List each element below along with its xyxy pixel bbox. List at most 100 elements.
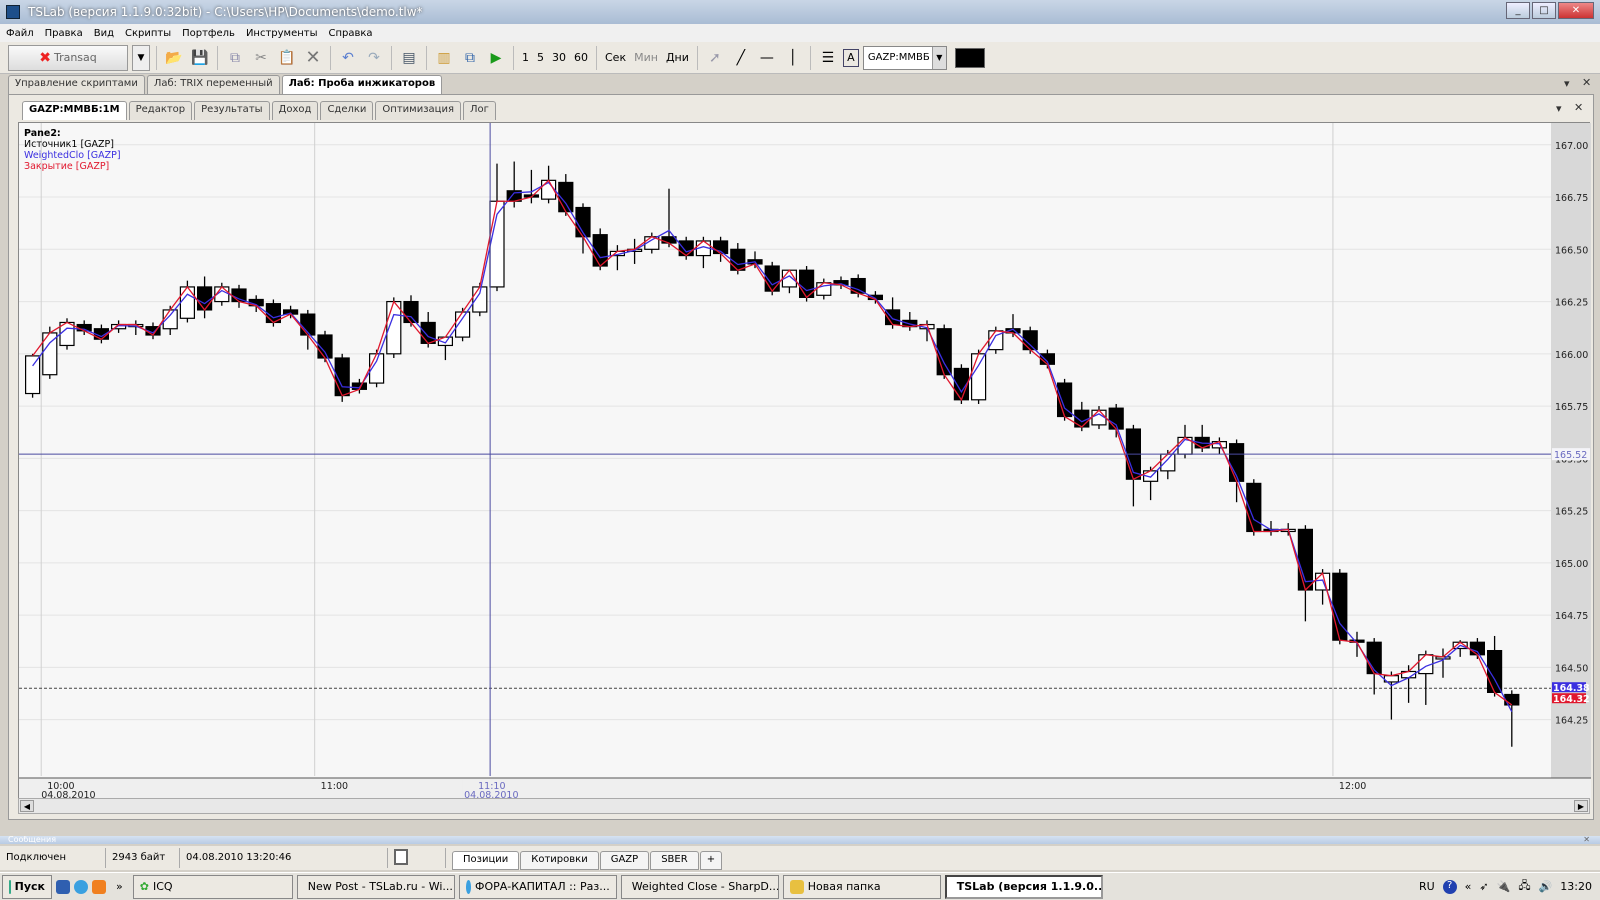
cut-icon[interactable]: ✂: [250, 47, 272, 69]
separator: [217, 45, 218, 70]
app-icon: [6, 5, 20, 19]
tab-income[interactable]: Доход: [271, 101, 319, 120]
horizontal-line-icon[interactable]: —: [756, 47, 778, 69]
connector-button[interactable]: ✖ Transaq: [8, 44, 128, 71]
help-icon[interactable]: ?: [1442, 879, 1457, 894]
panel-toggle[interactable]: [388, 848, 446, 868]
close-messages-icon[interactable]: ✕: [1583, 836, 1590, 844]
tab-lab-indicators[interactable]: Лаб: Проба инжикаторов: [281, 75, 443, 94]
scroll-right-icon[interactable]: ▶: [1574, 800, 1588, 812]
scheme-icon[interactable]: ⧉: [459, 47, 481, 69]
status-datetime: 04.08.2010 13:20:46: [180, 848, 388, 868]
weighted-close-line: [32, 181, 1513, 713]
maximize-button[interactable]: □: [1532, 2, 1556, 19]
symbol-select[interactable]: GAZP:ММВБ ▼: [862, 45, 947, 70]
chevron-down-icon[interactable]: ▼: [931, 46, 946, 69]
minimize-button[interactable]: _: [1506, 2, 1530, 19]
unit-minutes[interactable]: Мин: [632, 51, 660, 64]
menu-edit[interactable]: Правка: [45, 28, 83, 39]
close-chart-icon[interactable]: ✕: [1574, 101, 1583, 114]
tab-lab-trix[interactable]: Лаб: TRIX переменный: [146, 75, 280, 94]
horizontal-scrollbar[interactable]: ◀ ▶: [18, 798, 1590, 814]
tab-chart[interactable]: GAZP:ММВБ:1М: [22, 101, 127, 120]
tab-menu-icon[interactable]: ▾: [1564, 77, 1570, 90]
candle: [1504, 690, 1520, 747]
network-icon[interactable]: 🖧: [1518, 877, 1530, 896]
tab-gazp[interactable]: GAZP: [599, 851, 650, 870]
tab-menu-icon[interactable]: ▾: [1556, 102, 1562, 115]
properties-icon[interactable]: ▤: [398, 47, 420, 69]
close-button[interactable]: ✕: [1558, 2, 1594, 19]
candle-body: [24, 355, 41, 395]
pointer-icon[interactable]: ➚: [704, 47, 726, 69]
menu-scripts[interactable]: Скрипты: [125, 28, 171, 39]
period-60[interactable]: 60: [572, 51, 590, 64]
task-tslab[interactable]: TSLab (версия 1.1.9.0...: [944, 874, 1103, 899]
period-30[interactable]: 30: [550, 51, 568, 64]
task-sharpdevelop[interactable]: Weighted Close - SharpD...: [620, 874, 779, 899]
document-tabs: Управление скриптами Лаб: TRIX переменны…: [8, 75, 443, 94]
y-tick-label: 165.25: [1555, 507, 1588, 518]
show-desktop-icon[interactable]: [56, 879, 70, 894]
menu-help[interactable]: Справка: [329, 28, 373, 39]
tab-log[interactable]: Лог: [462, 101, 496, 120]
text-icon[interactable]: A: [842, 48, 859, 67]
y-tick-label: 166.75: [1555, 193, 1588, 204]
tab-optimization[interactable]: Оптимизация: [375, 101, 461, 120]
paste-icon[interactable]: 📋: [276, 47, 298, 69]
candle: [1332, 569, 1348, 645]
vertical-line-icon[interactable]: │: [782, 47, 804, 69]
rocket-icon[interactable]: ➶: [1479, 880, 1488, 893]
connector-dropdown[interactable]: ▼: [132, 44, 150, 71]
period-5[interactable]: 5: [535, 51, 546, 64]
messages-panel-header: Сообщения ✕: [0, 836, 1600, 844]
open-folder-icon[interactable]: 📂: [163, 47, 185, 69]
menu-portfolio[interactable]: Портфель: [182, 28, 235, 39]
candle: [816, 278, 832, 300]
add-tab-button[interactable]: +: [699, 851, 723, 870]
color-picker[interactable]: [954, 47, 985, 68]
title-bar: TSLab (версия 1.1.9.0:32bit) - C:\Users\…: [0, 0, 1600, 24]
ie-icon[interactable]: [74, 879, 88, 894]
trendline-icon[interactable]: ╱: [730, 47, 752, 69]
tab-editor[interactable]: Редактор: [128, 101, 193, 120]
clock: 13:20: [1560, 880, 1592, 893]
tab-positions[interactable]: Позиции: [452, 851, 520, 870]
scroll-left-icon[interactable]: ◀: [20, 800, 34, 812]
menu-tools[interactable]: Инструменты: [246, 28, 318, 39]
task-icq[interactable]: ✿ ICQ: [132, 874, 293, 899]
undo-icon[interactable]: ↶: [337, 47, 359, 69]
redo-icon[interactable]: ↷: [363, 47, 385, 69]
delete-icon[interactable]: ✕: [302, 47, 324, 69]
unit-seconds[interactable]: Сек: [603, 51, 628, 64]
start-button[interactable]: Пуск: [2, 874, 52, 899]
period-1[interactable]: 1: [520, 51, 531, 64]
chart-icon[interactable]: ▥: [433, 47, 455, 69]
tab-quotes[interactable]: Котировки: [520, 851, 599, 870]
volume-icon[interactable]: 🔊: [1539, 880, 1553, 893]
unit-days[interactable]: Дни: [664, 51, 691, 64]
chart-tabs: GAZP:ММВБ:1М Редактор Результаты Доход С…: [22, 101, 496, 120]
expand-tray-icon[interactable]: «: [1465, 880, 1472, 893]
play-icon[interactable]: ▶: [485, 47, 507, 69]
levels-icon[interactable]: ☰: [817, 47, 839, 69]
save-icon[interactable]: 💾: [189, 47, 211, 69]
tab-script-management[interactable]: Управление скриптами: [8, 75, 145, 94]
close-doc-icon[interactable]: ✕: [1582, 76, 1591, 89]
menu-view[interactable]: Вид: [94, 28, 114, 39]
language-indicator[interactable]: RU: [1419, 880, 1435, 893]
tab-sber[interactable]: SBER: [650, 851, 699, 870]
menu-file[interactable]: Файл: [6, 28, 34, 39]
more-icon[interactable]: »: [116, 880, 123, 893]
power-icon[interactable]: 🔌: [1497, 880, 1511, 893]
copy-icon[interactable]: ⧉: [224, 47, 246, 69]
tab-trades[interactable]: Сделки: [320, 101, 374, 120]
media-player-icon[interactable]: [92, 879, 106, 894]
chart-canvas[interactable]: 167.00 166.75 166.50 166.25 166.00 165.75 165.…: [19, 123, 1591, 799]
task-browser-fora[interactable]: ФОРА-КАПИТАЛ :: Раз...: [458, 874, 617, 899]
tab-results[interactable]: Результаты: [194, 101, 270, 120]
price-chart[interactable]: 167.00 166.75 166.50 166.25 166.00 165.75 165.…: [18, 122, 1591, 812]
task-browser-tslab[interactable]: New Post - TSLab.ru - Wi...: [296, 874, 455, 899]
task-folder[interactable]: Новая папка: [782, 874, 941, 899]
y-tick-label: 164.25: [1555, 716, 1588, 727]
